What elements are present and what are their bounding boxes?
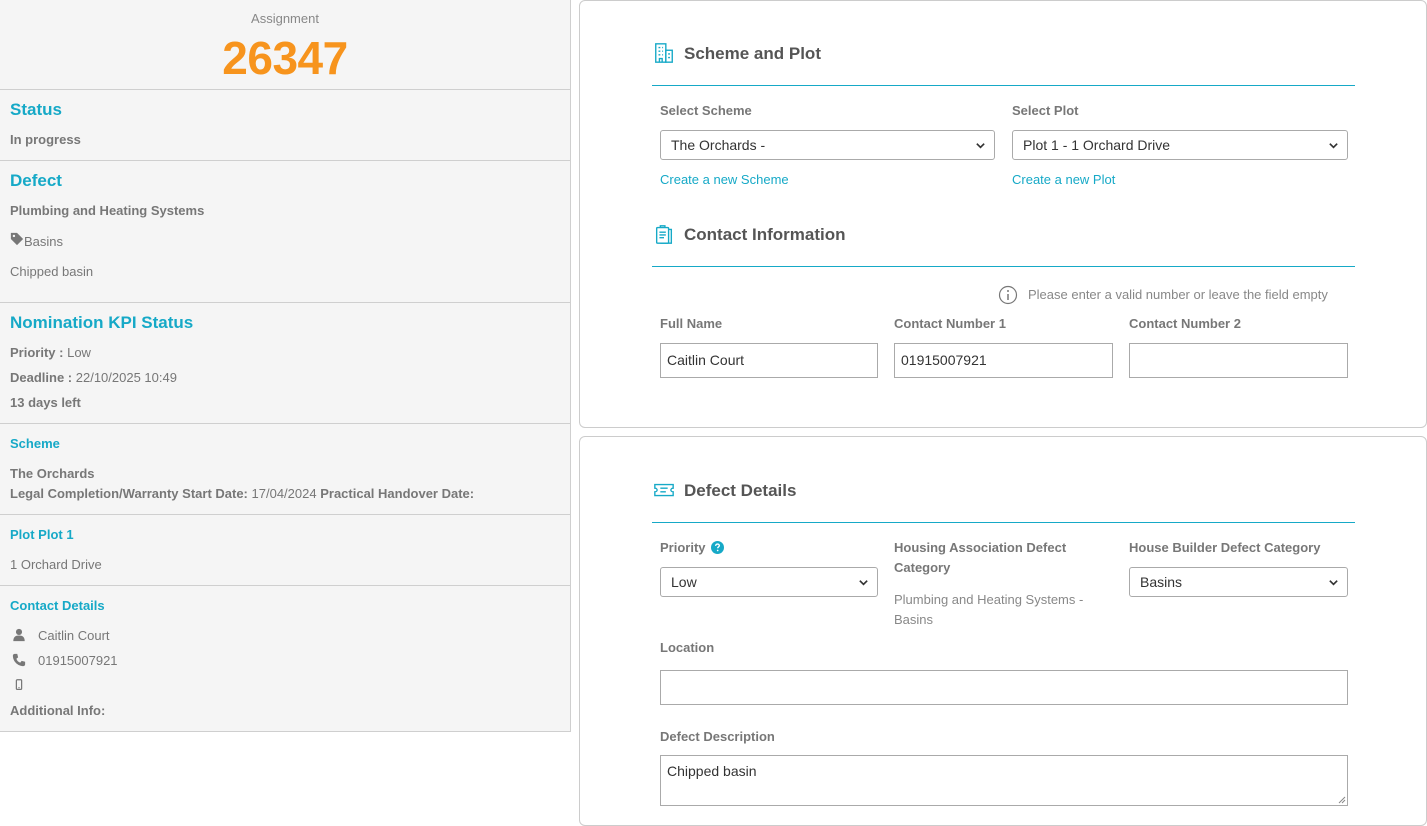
select-scheme-label: Select Scheme	[660, 103, 752, 118]
chevron-down-icon	[976, 143, 985, 149]
defect-tag: Basins	[24, 234, 64, 249]
contact-phone: 01915007921	[38, 653, 118, 668]
scheme-select-value: The Orchards -	[671, 137, 766, 153]
mobile-icon	[15, 679, 23, 690]
select-plot-label: Select Plot	[1012, 103, 1079, 118]
plot-select-value: Plot 1 - 1 Orchard Drive	[1023, 137, 1171, 153]
hb-defect-category-value: Basins	[1140, 574, 1183, 590]
scheme-select[interactable]: The Orchards -	[660, 130, 995, 160]
kpi-deadline: Deadline : 22/10/2025 10:49	[10, 370, 177, 385]
priority-select[interactable]: Low	[660, 567, 878, 597]
legal-completion-label: Legal Completion/Warranty Start Date:	[10, 486, 248, 501]
status-section: Status In progress	[0, 90, 570, 161]
resize-handle-icon[interactable]	[1338, 796, 1346, 804]
defect-heading: Defect	[10, 171, 62, 190]
defect-details-title: Defect Details	[684, 481, 797, 500]
kpi-deadline-label: Deadline :	[10, 370, 73, 385]
ha-defect-category-value: Plumbing and Heating Systems - Basins	[894, 592, 1084, 627]
priority-select-value: Low	[671, 574, 697, 590]
contact-info-title: Contact Information	[684, 225, 846, 244]
contact-number-1-label: Contact Number 1	[894, 316, 1006, 331]
clipboard-icon	[655, 225, 673, 244]
location-input[interactable]	[660, 670, 1348, 705]
kpi-priority-label: Priority :	[10, 345, 64, 360]
status-value: In progress	[10, 132, 81, 147]
kpi-deadline-value: 22/10/2025 10:49	[75, 370, 177, 385]
plot-heading: Plot Plot 1	[10, 527, 74, 542]
create-plot-link[interactable]: Create a new Plot	[1012, 172, 1115, 187]
chevron-down-icon	[859, 580, 868, 586]
hb-defect-category-select[interactable]: Basins	[1129, 567, 1348, 597]
defect-description: Chipped basin	[10, 264, 94, 279]
assignment-sidebar: Assignment 26347 Status In progress Defe…	[0, 0, 571, 732]
legal-completion-value: 17/04/2024	[251, 486, 317, 501]
kpi-heading: Nomination KPI Status	[10, 313, 194, 332]
priority-label: Priority	[660, 538, 725, 558]
defect-description-value: Chipped basin	[667, 763, 757, 779]
chevron-down-icon	[1329, 580, 1338, 586]
kpi-priority-value: Low	[67, 345, 91, 360]
contact-number-1-input[interactable]: 01915007921	[894, 343, 1113, 378]
defect-details-card: Defect Details Priority Low Housing Asso…	[579, 436, 1427, 826]
additional-info-label: Additional Info:	[10, 703, 106, 718]
plot-address: 1 Orchard Drive	[10, 557, 102, 572]
tag-icon	[10, 232, 24, 246]
kpi-section: Nomination KPI Status Priority : Low Dea…	[0, 303, 570, 424]
user-icon	[13, 628, 25, 642]
scheme-contact-card: Scheme and Plot Select Scheme The Orchar…	[579, 0, 1427, 428]
full-name-input[interactable]: Caitlin Court	[660, 343, 878, 378]
kpi-days-left: 13 days left	[10, 395, 81, 410]
create-scheme-link[interactable]: Create a new Scheme	[660, 172, 789, 187]
plot-select[interactable]: Plot 1 - 1 Orchard Drive	[1012, 130, 1348, 160]
chevron-down-icon	[1329, 143, 1338, 149]
scheme-heading: Scheme	[10, 436, 60, 451]
ticket-icon	[654, 483, 674, 497]
hb-defect-category-label: House Builder Defect Category	[1129, 540, 1321, 555]
priority-label-text: Priority	[660, 540, 706, 555]
location-label: Location	[660, 640, 715, 655]
defect-category: Plumbing and Heating Systems	[10, 203, 205, 218]
contact-info-divider	[652, 266, 1355, 267]
info-icon	[998, 285, 1018, 305]
help-icon[interactable]	[711, 541, 725, 554]
scheme-section: Scheme The Orchards Legal Completion/War…	[0, 424, 570, 515]
building-icon	[655, 43, 673, 63]
contact-number-note: Please enter a valid number or leave the…	[1028, 287, 1328, 302]
contact-name: Caitlin Court	[38, 628, 110, 643]
contact-number-2-input[interactable]	[1129, 343, 1348, 378]
assignment-label: Assignment	[251, 11, 319, 26]
contact-heading: Contact Details	[10, 598, 105, 613]
assignment-section: Assignment 26347	[0, 0, 570, 90]
phone-icon	[12, 653, 26, 667]
defect-details-divider	[652, 522, 1355, 523]
kpi-priority: Priority : Low	[10, 345, 91, 360]
assignment-number: 26347	[222, 32, 348, 84]
full-name-label: Full Name	[660, 316, 723, 331]
defect-section: Defect Plumbing and Heating Systems Basi…	[0, 161, 570, 303]
ha-defect-category-label: Housing Association Defect Category	[894, 540, 1067, 575]
status-heading: Status	[10, 100, 62, 119]
scheme-plot-divider	[652, 85, 1355, 86]
scheme-plot-title: Scheme and Plot	[684, 44, 821, 63]
defect-description-label: Defect Description	[660, 729, 775, 744]
practical-handover-label: Practical Handover Date:	[320, 486, 475, 501]
scheme-name: The Orchards	[10, 466, 95, 481]
contact-section: Contact Details Caitlin Court 0191500792…	[0, 586, 570, 732]
scheme-dates: Legal Completion/Warranty Start Date: 17…	[10, 486, 474, 501]
contact-number-2-label: Contact Number 2	[1129, 316, 1241, 331]
plot-section: Plot Plot 1 1 Orchard Drive	[0, 515, 570, 586]
defect-description-textarea[interactable]: Chipped basin	[660, 755, 1348, 806]
